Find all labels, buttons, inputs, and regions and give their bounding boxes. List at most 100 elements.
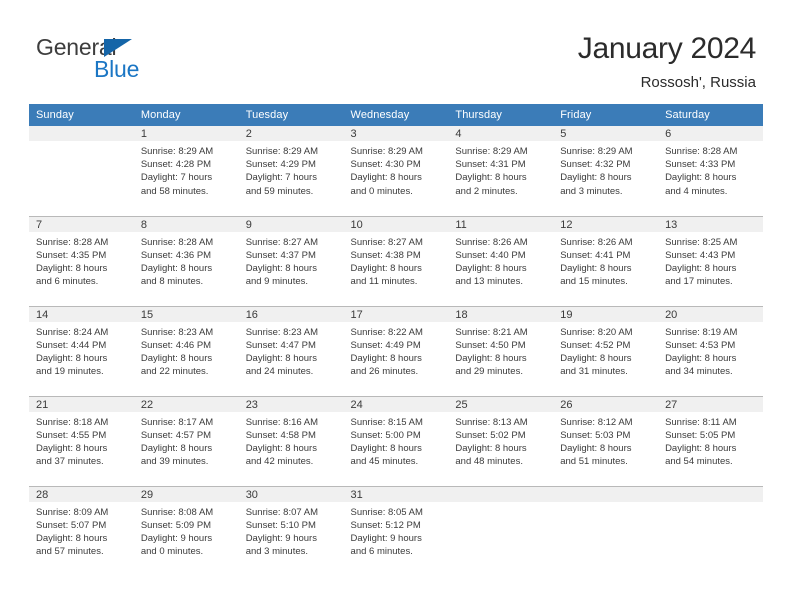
calendar-day-cell[interactable]: 8 Sunrise: 8:28 AM Sunset: 4:36 PM Daylight… [133, 215, 239, 306]
general-blue-logo: General Blue [36, 34, 236, 88]
daylight-text: and 0 minutes. [140, 546, 204, 558]
calendar-day-cell[interactable]: 3 Sunrise: 8:29 AM Sunset: 4:30 PM Daylight… [343, 126, 449, 216]
sunrise-text: Sunrise: 8:09 AM [36, 506, 109, 518]
logo-text-blue: Blue [94, 56, 140, 82]
calendar-day-cell[interactable]: 31 Sunrise: 8:05 AM Sunset: 5:12 PM Dayligh… [343, 485, 449, 576]
day-number: 18 [448, 306, 554, 322]
daylight-text: Daylight: 8 hours [665, 352, 737, 364]
sunset-text: Sunset: 4:33 PM [665, 159, 736, 171]
day-details: Sunrise: 8:28 AM Sunset: 4:36 PM Daylight:… [134, 232, 239, 289]
weekday-header-thursday: Thursday [448, 104, 554, 126]
day-number: 16 [238, 306, 344, 322]
sunrise-text: Sunrise: 8:29 AM [350, 146, 423, 157]
daylight-text: Daylight: 8 hours [455, 172, 527, 184]
calendar-day-cell[interactable]: 7 Sunrise: 8:28 AM Sunset: 4:35 PM Daylight… [29, 215, 134, 306]
daylight-text: Daylight: 8 hours [665, 172, 737, 184]
calendar-day-cell[interactable]: 19 Sunrise: 8:20 AM Sunset: 4:52 PM Dayligh… [553, 305, 659, 396]
calendar-day-cell[interactable]: 24 Sunrise: 8:15 AM Sunset: 5:00 PM Dayligh… [343, 395, 449, 486]
calendar-day-cell[interactable]: 30 Sunrise: 8:07 AM Sunset: 5:10 PM Dayligh… [238, 485, 344, 576]
day-number [658, 486, 763, 502]
calendar-body: 1 Sunrise: 8:29 AM Sunset: 4:28 PM Daylight… [29, 126, 763, 576]
day-number: 6 [658, 126, 763, 141]
calendar-day-cell[interactable]: 1 Sunrise: 8:29 AM Sunset: 4:28 PM Daylight… [133, 126, 239, 216]
daylight-text: and 17 minutes. [665, 276, 733, 288]
sunrise-text: Sunrise: 8:28 AM [665, 146, 738, 157]
calendar-day-cell[interactable]: 5 Sunrise: 8:29 AM Sunset: 4:32 PM Daylight… [553, 126, 659, 216]
sunrise-text: Sunrise: 8:27 AM [350, 236, 423, 248]
sunset-text: Sunset: 4:35 PM [36, 249, 107, 261]
sunrise-text: Sunrise: 8:15 AM [350, 416, 423, 428]
sunset-text: Sunset: 4:58 PM [245, 429, 316, 441]
day-number: 17 [343, 306, 449, 322]
day-number: 25 [448, 396, 554, 412]
day-details: Sunrise: 8:13 AM Sunset: 5:02 PM Daylight:… [448, 412, 553, 469]
sunrise-text: Sunrise: 8:28 AM [140, 236, 214, 248]
daylight-text: Daylight: 8 hours [455, 262, 527, 274]
calendar-cell-empty [553, 485, 659, 576]
calendar-day-cell[interactable]: 9 Sunrise: 8:27 AM Sunset: 4:37 PM Daylight… [238, 215, 344, 306]
calendar-day-cell[interactable]: 4 Sunrise: 8:29 AM Sunset: 4:31 PM Daylight… [448, 126, 554, 216]
day-number: 29 [133, 486, 239, 502]
day-number: 9 [238, 216, 344, 232]
calendar-week-row: 1 Sunrise: 8:29 AM Sunset: 4:28 PM Daylight… [29, 126, 763, 216]
day-number: 27 [658, 396, 763, 412]
calendar-day-cell[interactable]: 26 Sunrise: 8:12 AM Sunset: 5:03 PM Dayligh… [553, 395, 659, 486]
daylight-text: Daylight: 8 hours [140, 262, 213, 274]
calendar-day-cell[interactable]: 21 Sunrise: 8:18 AM Sunset: 4:55 PM Dayligh… [29, 395, 134, 486]
daylight-text: and 4 minutes. [665, 185, 728, 197]
calendar-day-cell[interactable]: 13 Sunrise: 8:25 AM Sunset: 4:43 PM Dayligh… [658, 215, 763, 306]
daylight-text: and 15 minutes. [560, 276, 628, 288]
daylight-text: and 11 minutes. [350, 276, 418, 288]
calendar-week-row: 7 Sunrise: 8:28 AM Sunset: 4:35 PM Daylight… [29, 215, 763, 306]
day-number: 5 [553, 126, 659, 141]
daylight-text: and 26 minutes. [350, 366, 419, 378]
calendar-day-cell[interactable]: 17 Sunrise: 8:22 AM Sunset: 4:49 PM Dayligh… [343, 305, 449, 396]
day-details: Sunrise: 8:26 AM Sunset: 4:40 PM Daylight:… [448, 232, 553, 289]
day-details: Sunrise: 8:29 AM Sunset: 4:32 PM Daylight:… [553, 141, 658, 198]
sunrise-text: Sunrise: 8:22 AM [350, 326, 423, 338]
calendar-day-cell[interactable]: 12 Sunrise: 8:26 AM Sunset: 4:41 PM Dayligh… [553, 215, 659, 306]
calendar-day-cell[interactable]: 20 Sunrise: 8:19 AM Sunset: 4:53 PM Dayligh… [658, 305, 763, 396]
day-number: 14 [29, 306, 134, 322]
calendar-day-cell[interactable]: 28 Sunrise: 8:09 AM Sunset: 5:07 PM Dayligh… [29, 485, 134, 576]
weekday-header-row: Sunday Monday Tuesday Wednesday Thursday… [29, 104, 763, 126]
calendar-day-cell[interactable]: 16 Sunrise: 8:23 AM Sunset: 4:47 PM Dayligh… [238, 305, 344, 396]
calendar-table: Sunday Monday Tuesday Wednesday Thursday… [29, 104, 763, 576]
sunset-text: Sunset: 4:53 PM [665, 339, 736, 351]
page-subtitle: Rossosh', Russia [640, 74, 756, 91]
calendar-day-cell[interactable]: 29 Sunrise: 8:08 AM Sunset: 5:09 PM Dayligh… [133, 485, 239, 576]
day-details: Sunrise: 8:23 AM Sunset: 4:47 PM Daylight:… [239, 322, 344, 379]
calendar-day-cell[interactable]: 22 Sunrise: 8:17 AM Sunset: 4:57 PM Dayligh… [133, 395, 239, 486]
sunrise-text: Sunrise: 8:07 AM [245, 506, 319, 518]
sunrise-text: Sunrise: 8:27 AM [245, 236, 319, 248]
calendar-day-cell[interactable]: 2 Sunrise: 8:29 AM Sunset: 4:29 PM Daylight… [238, 126, 344, 216]
calendar-cell-empty [658, 485, 763, 576]
sunrise-text: Sunrise: 8:18 AM [36, 416, 109, 428]
daylight-text: and 24 minutes. [245, 366, 314, 378]
calendar-day-cell[interactable]: 23 Sunrise: 8:16 AM Sunset: 4:58 PM Dayligh… [238, 395, 344, 486]
calendar-day-cell[interactable]: 25 Sunrise: 8:13 AM Sunset: 5:02 PM Dayligh… [448, 395, 554, 486]
calendar-day-cell[interactable]: 11 Sunrise: 8:26 AM Sunset: 4:40 PM Dayligh… [448, 215, 554, 306]
day-number: 19 [553, 306, 659, 322]
daylight-text: Daylight: 9 hours [140, 532, 213, 544]
logo-triangle-icon [104, 39, 132, 57]
calendar-day-cell[interactable]: 14 Sunrise: 8:24 AM Sunset: 4:44 PM Dayligh… [29, 305, 134, 396]
sunrise-text: Sunrise: 8:21 AM [455, 326, 528, 338]
calendar-day-cell[interactable]: 27 Sunrise: 8:11 AM Sunset: 5:05 PM Dayligh… [658, 395, 763, 486]
daylight-text: and 0 minutes. [350, 185, 413, 197]
day-details: Sunrise: 8:09 AM Sunset: 5:07 PM Daylight:… [29, 502, 134, 559]
sunrise-text: Sunrise: 8:11 AM [665, 416, 737, 428]
daylight-text: Daylight: 7 hours [140, 172, 213, 184]
sunset-text: Sunset: 5:05 PM [665, 429, 736, 441]
calendar-day-cell[interactable]: 18 Sunrise: 8:21 AM Sunset: 4:50 PM Dayligh… [448, 305, 554, 396]
sunrise-text: Sunrise: 8:20 AM [560, 326, 633, 338]
sunrise-text: Sunrise: 8:28 AM [36, 236, 109, 248]
sunset-text: Sunset: 4:30 PM [350, 159, 421, 171]
calendar-week-row: 21 Sunrise: 8:18 AM Sunset: 4:55 PM Dayligh… [29, 395, 763, 486]
calendar-day-cell[interactable]: 15 Sunrise: 8:23 AM Sunset: 4:46 PM Dayligh… [133, 305, 239, 396]
daylight-text: Daylight: 8 hours [245, 442, 317, 454]
calendar-day-cell[interactable]: 6 Sunrise: 8:28 AM Sunset: 4:33 PM Daylight… [658, 126, 763, 216]
sunrise-text: Sunrise: 8:25 AM [665, 236, 738, 248]
daylight-text: Daylight: 8 hours [350, 352, 422, 364]
calendar-day-cell[interactable]: 10 Sunrise: 8:27 AM Sunset: 4:38 PM Dayligh… [343, 215, 449, 306]
